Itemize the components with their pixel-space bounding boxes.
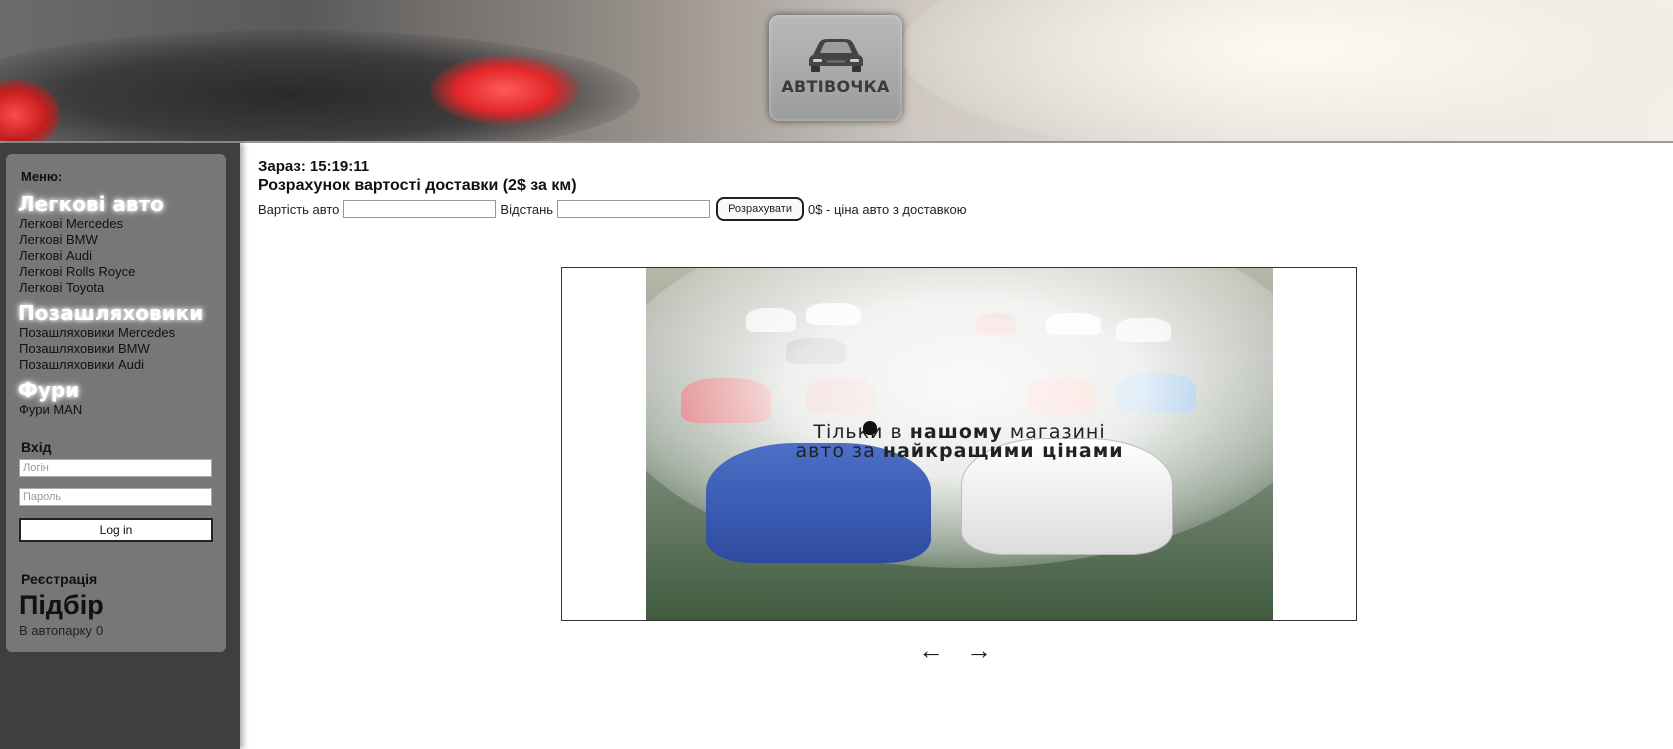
car-price-input[interactable] xyxy=(343,200,497,218)
current-time: Зараз: 15:19:11 xyxy=(258,158,1658,175)
slider-controls: ← → xyxy=(918,635,1014,666)
slide-caption: Тільки в нашому магазині авто за найкращ… xyxy=(646,423,1273,461)
calc-result: 0$ - ціна авто з доставкою xyxy=(807,201,967,217)
pick-title: Підбір xyxy=(19,590,104,620)
calculate-button[interactable]: Розрахувати xyxy=(716,197,804,221)
fleet-count-value: 0 xyxy=(96,623,104,638)
slider-next-arrow-icon[interactable]: → xyxy=(966,635,1014,666)
promo-slider: Тільки в нашому магазині авто за найкращ… xyxy=(561,267,1357,621)
sidebar-item-cars-mercedes[interactable]: Легкові Mercedes xyxy=(19,216,135,232)
password-field[interactable]: Пароль xyxy=(19,488,212,506)
distance-label: Відстань xyxy=(500,201,554,217)
category-suvs[interactable]: Позашляховики xyxy=(18,301,203,325)
car-icon xyxy=(808,39,863,72)
main-content: Зараз: 15:19:11 Розрахунок вартості доста… xyxy=(258,158,1658,221)
fleet-count: В автопарку 0 xyxy=(19,623,103,638)
sidebar-menu: Меню: Легкові авто Легкові Mercedes Легк… xyxy=(6,154,226,652)
distance-input[interactable] xyxy=(557,200,711,218)
sidebar-item-cars-audi[interactable]: Легкові Audi xyxy=(19,248,135,264)
sidebar-item-suv-mercedes[interactable]: Позашляховики Mercedes xyxy=(19,325,175,341)
sidebar-item-cars-toyota[interactable]: Легкові Toyota xyxy=(19,280,135,296)
sidebar-item-cars-rolls-royce[interactable]: Легкові Rolls Royce xyxy=(19,264,135,280)
sidebar-item-suv-audi[interactable]: Позашляховики Audi xyxy=(19,357,175,373)
car-price-label: Вартість авто xyxy=(258,201,340,217)
site-logo[interactable]: АВТІВОЧКА xyxy=(769,15,902,121)
delivery-calc-title: Розрахунок вартості доставки (2$ за км) xyxy=(258,177,577,194)
category-suvs-list: Позашляховики Mercedes Позашляховики BMW… xyxy=(19,325,175,373)
register-link[interactable]: Реєстрація xyxy=(21,571,97,587)
sidebar-item-trucks-man[interactable]: Фури MAN xyxy=(19,402,82,418)
caption-part: авто за xyxy=(795,440,876,462)
fleet-count-label: В автопарку xyxy=(19,623,93,638)
banner-light xyxy=(900,0,1673,141)
banner-taillight xyxy=(430,55,580,125)
logo-text: АВТІВОЧКА xyxy=(781,77,890,96)
header-banner: АВТІВОЧКА xyxy=(0,0,1673,143)
login-button[interactable]: Log in xyxy=(19,518,213,542)
category-cars-list: Легкові Mercedes Легкові BMW Легкові Aud… xyxy=(19,216,135,296)
category-trucks[interactable]: Фури xyxy=(18,378,79,402)
sidebar-item-suv-bmw[interactable]: Позашляховики BMW xyxy=(19,341,175,357)
clock-label: Зараз: xyxy=(258,158,306,175)
slide-caption-line2: авто за найкращими цінами xyxy=(646,442,1273,461)
mouse-cursor-icon xyxy=(863,421,877,435)
caption-part-bold: найкращими цінами xyxy=(882,440,1124,462)
slide-image: Тільки в нашому магазині авто за найкращ… xyxy=(646,268,1273,620)
login-field[interactable]: Логін xyxy=(19,459,212,477)
clock-time: 15:19:11 xyxy=(309,158,370,175)
category-cars[interactable]: Легкові авто xyxy=(18,192,164,216)
menu-title: Меню: xyxy=(21,169,63,184)
slider-prev-arrow-icon[interactable]: ← xyxy=(918,635,966,666)
sidebar-item-cars-bmw[interactable]: Легкові BMW xyxy=(19,232,135,248)
login-title: Вхід xyxy=(21,439,52,455)
category-trucks-list: Фури MAN xyxy=(19,402,82,418)
delivery-calc-form: Вартість авто Відстань Розрахувати 0$ - … xyxy=(258,197,1658,221)
